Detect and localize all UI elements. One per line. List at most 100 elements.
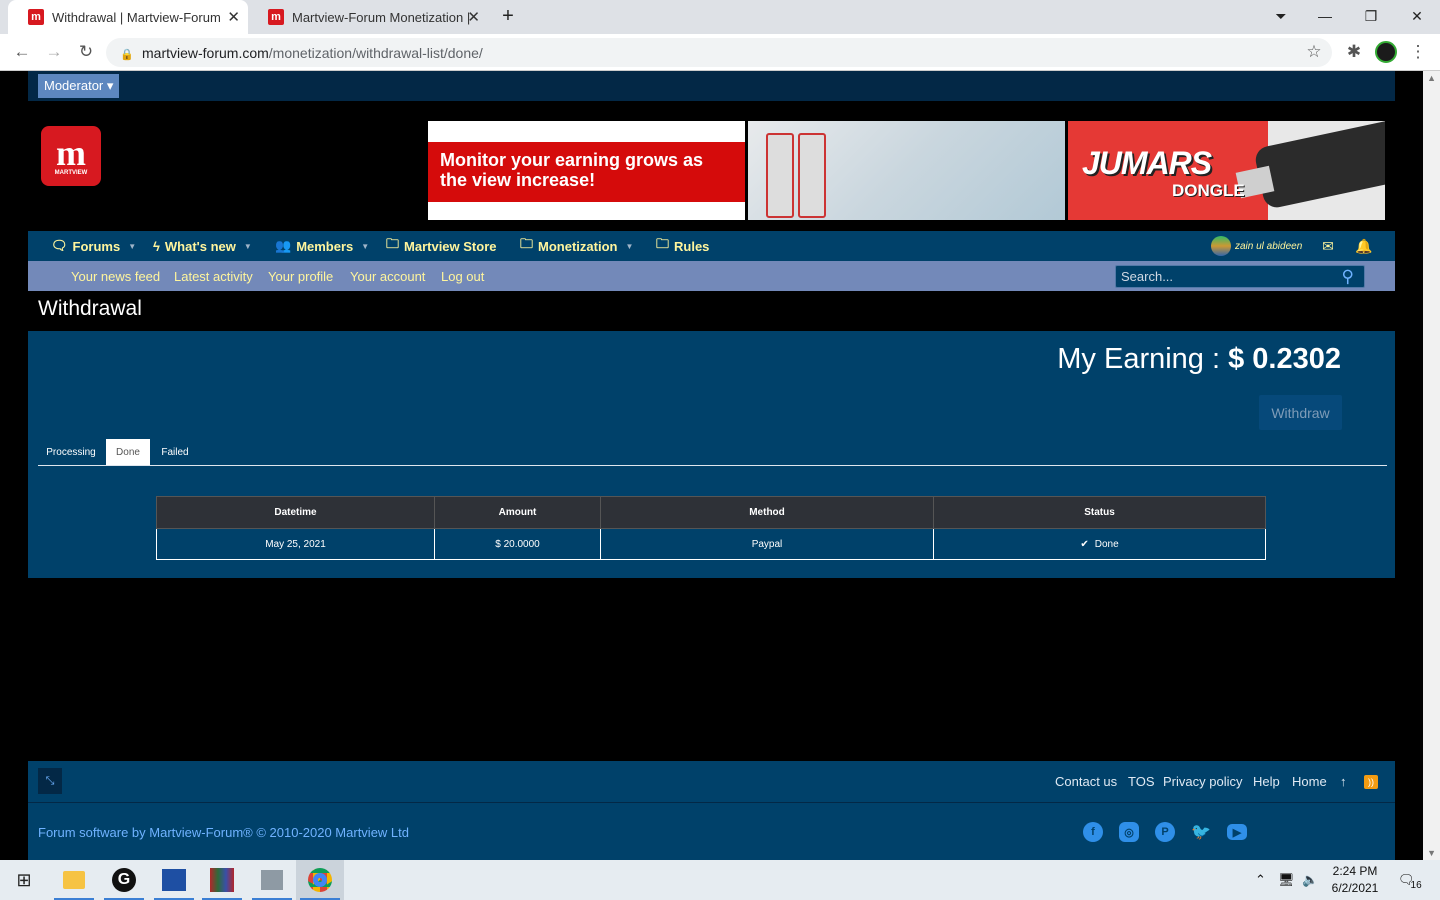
- subnav-your-profile[interactable]: Your profile: [268, 261, 333, 291]
- ad-banner-jumars[interactable]: JUMARS DONGLE: [1068, 121, 1385, 220]
- ad-banner-earning[interactable]: Monitor your earning grows as the view i…: [428, 121, 745, 220]
- nav-label: Monetization: [538, 238, 618, 254]
- browser-tab-withdrawal[interactable]: m Withdrawal | Martview-Forum ✕: [8, 0, 248, 34]
- close-window-icon[interactable]: ✕: [1394, 0, 1440, 32]
- search-input[interactable]: Search... ⚲: [1115, 265, 1365, 288]
- notification-center-icon[interactable]: 🗨 16: [1398, 860, 1422, 900]
- footer-home[interactable]: Home: [1292, 774, 1327, 789]
- maximize-icon[interactable]: ❐: [1348, 0, 1394, 32]
- close-tab-icon[interactable]: ✕: [227, 8, 240, 26]
- folder-icon: 🗀: [520, 236, 534, 251]
- subnav-log-out[interactable]: Log out: [441, 261, 484, 291]
- arrow-up-icon[interactable]: ↑: [1340, 774, 1347, 789]
- scroll-up-icon[interactable]: ▲: [1427, 73, 1436, 83]
- url-host: martview-forum.com: [142, 44, 269, 61]
- url-field[interactable]: 🔒 martview-forum.com/monetization/withdr…: [106, 38, 1332, 67]
- scrollbar-track[interactable]: ▲ ▼: [1423, 71, 1440, 860]
- extensions-icon[interactable]: ✱: [1342, 40, 1366, 64]
- scroll-down-icon[interactable]: ▼: [1427, 848, 1436, 858]
- notification-count: 16: [1410, 879, 1422, 891]
- tab-title: Martview-Forum Monetization | M: [292, 9, 470, 25]
- reload-icon[interactable]: ↻: [74, 40, 98, 64]
- earning-value: $ 0.2302: [1228, 343, 1341, 375]
- site-page: Moderator ▾ m MARTVIEW Monitor your earn…: [28, 71, 1395, 860]
- footer-privacy-policy[interactable]: Privacy policy: [1163, 774, 1242, 789]
- page-title: Withdrawal: [38, 297, 142, 320]
- back-icon[interactable]: ←: [10, 40, 34, 64]
- earning-summary: My Earning : $ 0.2302: [1057, 343, 1341, 376]
- table-row: May 25, 2021 $ 20.0000 Paypal ✔ Done: [156, 528, 1266, 560]
- search-icon[interactable]: ⚲: [1342, 267, 1354, 287]
- tab-search-icon[interactable]: ⏷: [1258, 0, 1304, 32]
- moderator-menu-button[interactable]: Moderator ▾: [38, 74, 120, 98]
- tray-chevron-icon[interactable]: ⌃: [1255, 860, 1266, 900]
- youtube-icon[interactable]: ▶: [1227, 824, 1247, 840]
- subnav-latest-activity[interactable]: Latest activity: [174, 261, 253, 291]
- nav-rules[interactable]: 🗀 Rules: [656, 231, 709, 261]
- user-menu[interactable]: zain ul abideen: [1211, 235, 1302, 257]
- inbox-icon[interactable]: ✉: [1318, 236, 1338, 256]
- profile-avatar-icon[interactable]: [1374, 40, 1398, 64]
- col-method: Method: [600, 496, 934, 529]
- taskbar: ⊞ G ⌃ 🖥 🔈 2:24 PM 6/2/2021 🗨 16: [0, 860, 1440, 900]
- collapse-width-icon[interactable]: ⤡: [38, 768, 62, 794]
- cell-amount: $ 20.0000: [434, 528, 601, 560]
- twitter-icon[interactable]: 🐦: [1191, 822, 1211, 842]
- bookmark-star-icon[interactable]: ☆: [1302, 40, 1326, 64]
- pinwheel-app-icon[interactable]: [150, 860, 198, 900]
- logo-mark: m: [56, 133, 86, 173]
- tab-processing[interactable]: Processing: [38, 439, 104, 465]
- browser-tab-monetization[interactable]: m Martview-Forum Monetization | M ✕: [248, 0, 488, 34]
- chrome-icon[interactable]: [296, 860, 344, 900]
- nav-whats-new[interactable]: ϟ What's new ▼: [153, 231, 252, 261]
- nav-monetization[interactable]: 🗀 Monetization ▼: [520, 231, 633, 261]
- caret-down-icon[interactable]: ▼: [361, 242, 369, 251]
- withdraw-button[interactable]: Withdraw: [1259, 395, 1342, 430]
- menu-dots-icon[interactable]: ⋮: [1406, 40, 1430, 64]
- file-explorer-icon[interactable]: [50, 860, 98, 900]
- close-tab-icon[interactable]: ✕: [467, 8, 480, 26]
- facebook-icon[interactable]: f: [1083, 822, 1103, 842]
- nav-members[interactable]: 👥 Members ▼: [275, 231, 369, 261]
- new-tab-button[interactable]: +: [486, 0, 530, 32]
- lock-icon: 🔒: [120, 48, 134, 61]
- product-box-image: [798, 133, 826, 218]
- tab-done[interactable]: Done: [106, 439, 150, 465]
- subnav-news-feed[interactable]: Your news feed: [71, 261, 160, 291]
- caret-down-icon[interactable]: ▼: [625, 242, 633, 251]
- footer-divider: [28, 802, 1395, 803]
- search-placeholder: Search...: [1121, 269, 1174, 284]
- caret-down-icon[interactable]: ▼: [128, 242, 136, 251]
- caret-down-icon[interactable]: ▼: [244, 242, 252, 251]
- nav-forums[interactable]: 🗨 Forums ▼: [51, 231, 136, 261]
- rss-icon[interactable]: )): [1364, 775, 1378, 789]
- bell-icon[interactable]: 🔔: [1354, 236, 1374, 256]
- taskbar-clock[interactable]: 2:24 PM 6/2/2021: [1324, 863, 1386, 897]
- winrar-icon[interactable]: [198, 860, 246, 900]
- table-header-row: Datetime Amount Method Status: [156, 496, 1266, 529]
- forward-icon[interactable]: →: [42, 40, 66, 64]
- logitech-icon[interactable]: G: [100, 860, 148, 900]
- site-logo[interactable]: m MARTVIEW: [41, 126, 101, 186]
- pinterest-icon[interactable]: P: [1155, 822, 1175, 842]
- windows-start-icon[interactable]: ⊞: [0, 860, 48, 900]
- url-path: /monetization/withdrawal-list/done/: [268, 44, 483, 61]
- folder-icon: 🗀: [656, 236, 670, 251]
- network-icon[interactable]: 🖥: [1278, 860, 1295, 900]
- tab-failed[interactable]: Failed: [154, 439, 196, 465]
- footer-help[interactable]: Help: [1253, 774, 1280, 789]
- minimize-icon[interactable]: —: [1302, 0, 1348, 32]
- scrollbar[interactable]: ▲ ▼: [1395, 71, 1440, 860]
- clock-date: 6/2/2021: [1331, 881, 1379, 895]
- footer-tos[interactable]: TOS: [1128, 774, 1155, 789]
- footer-contact-us[interactable]: Contact us: [1055, 774, 1117, 789]
- subnav-your-account[interactable]: Your account: [350, 261, 425, 291]
- earning-label: My Earning :: [1057, 343, 1229, 375]
- ad-banner-product[interactable]: [748, 121, 1065, 220]
- installer-app-icon[interactable]: [248, 860, 296, 900]
- nav-martview-store[interactable]: 🗀 Martview Store: [386, 231, 497, 261]
- instagram-icon[interactable]: ◎: [1119, 822, 1139, 842]
- volume-icon[interactable]: 🔈: [1302, 860, 1318, 900]
- main-nav: 🗨 Forums ▼ ϟ What's new ▼ 👥 Members ▼ 🗀 Martvie…: [28, 231, 1395, 261]
- folder-icon: 🗀: [386, 236, 400, 251]
